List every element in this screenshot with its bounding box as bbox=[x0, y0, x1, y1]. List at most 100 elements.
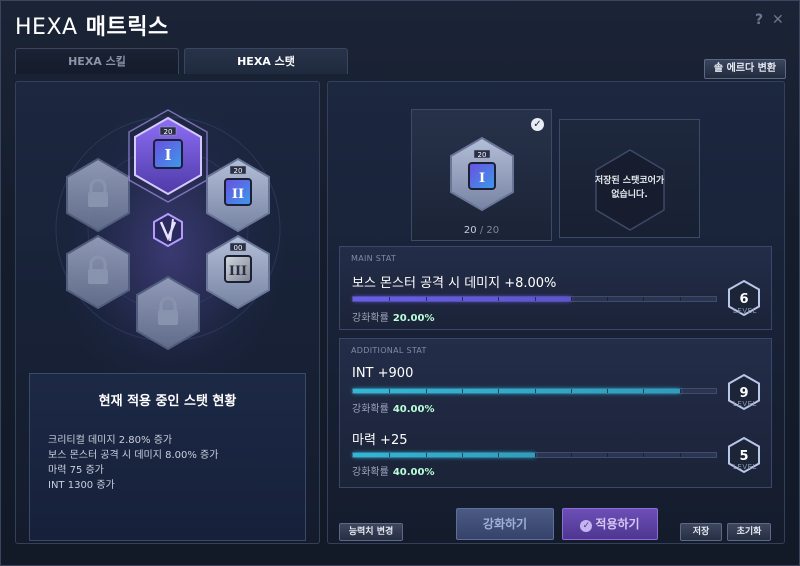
saved-core-line: 없습니다. bbox=[611, 190, 648, 200]
progress-tick bbox=[679, 389, 681, 393]
progress-tick bbox=[679, 453, 681, 457]
tab-hexa-stat[interactable]: HEXA 스탯 bbox=[184, 48, 348, 74]
progress-tick bbox=[534, 389, 536, 393]
apply-label: 적용하기 bbox=[595, 517, 640, 531]
chance-label: 강화확률 bbox=[352, 404, 389, 415]
saved-core-line: 저장된 스탯코어가 bbox=[594, 176, 665, 186]
additional-stat-progress-bar bbox=[352, 388, 717, 394]
hex-numeral: III bbox=[229, 264, 247, 279]
progress-tick bbox=[570, 389, 572, 393]
tab-hexa-skill[interactable]: HEXA 스킬 bbox=[15, 48, 179, 74]
level-word: LEVEL bbox=[733, 307, 757, 315]
current-core-card[interactable]: ✓ 20 I 20 / 20 bbox=[411, 109, 552, 241]
hex-cell-locked[interactable] bbox=[136, 275, 200, 351]
apply-button[interactable]: ✓ 적용하기 bbox=[562, 508, 658, 540]
close-button[interactable]: ✕ bbox=[772, 12, 784, 28]
saved-core-card[interactable]: 저장된 스탯코어가 없습니다. bbox=[559, 119, 700, 238]
progress-tick bbox=[534, 297, 536, 301]
progress-tick bbox=[643, 297, 645, 301]
progress-tick bbox=[570, 297, 572, 301]
core-count-current: 20 bbox=[463, 225, 477, 236]
core-hex: 20 I bbox=[450, 136, 514, 212]
reset-button[interactable]: 초기화 bbox=[727, 523, 771, 541]
progress-tick bbox=[607, 297, 609, 301]
progress-tick bbox=[425, 453, 427, 457]
progress-tick bbox=[643, 389, 645, 393]
core-level-label: 20 bbox=[478, 151, 487, 159]
progress-tick bbox=[607, 453, 609, 457]
title-prefix: HEXA bbox=[15, 15, 78, 40]
additional-stat-box: ADDITIONAL STAT INT +900 강화확률 40.00% 9 LE… bbox=[339, 338, 772, 488]
main-stat-chance: 강화확률 20.00% bbox=[352, 309, 434, 324]
progress-tick bbox=[498, 297, 500, 301]
core-numeral: I bbox=[479, 171, 485, 186]
chance-value: 20.00% bbox=[392, 313, 435, 324]
core-count-max: 20 bbox=[486, 225, 500, 236]
hexa-logo-icon bbox=[153, 212, 183, 248]
chance-label: 강화확률 bbox=[352, 313, 389, 324]
hex-cell-locked[interactable] bbox=[66, 157, 130, 233]
progress-tick bbox=[679, 297, 681, 301]
progress-tick bbox=[461, 389, 463, 393]
progress-fill bbox=[353, 389, 680, 393]
window-title: HEXA 매트릭스 bbox=[15, 9, 169, 41]
hex-cell-stat-core-1[interactable]: 20 I bbox=[128, 109, 208, 203]
additional-stat-progress-bar bbox=[352, 452, 717, 458]
progress-tick bbox=[570, 453, 572, 457]
hex-cell-locked[interactable] bbox=[66, 234, 130, 310]
hex-cell-stat-core-3[interactable]: 00 III bbox=[206, 234, 270, 310]
hex-level-label: 20 bbox=[164, 128, 173, 136]
stat-change-button[interactable]: 능력치 변경 bbox=[339, 523, 403, 541]
progress-tick bbox=[498, 389, 500, 393]
saved-core-message: 저장된 스탯코어가 없습니다. bbox=[560, 174, 699, 202]
additional-stat-section-label: ADDITIONAL STAT bbox=[351, 346, 427, 355]
enhance-button[interactable]: 강화하기 bbox=[456, 508, 554, 540]
hex-numeral: II bbox=[232, 187, 244, 202]
additional-stat-level: 9 bbox=[739, 386, 748, 401]
check-circle-icon: ✓ bbox=[580, 520, 593, 532]
progress-tick bbox=[461, 453, 463, 457]
core-count-sep: / bbox=[479, 225, 484, 236]
progress-tick bbox=[607, 389, 609, 393]
sol-erda-convert-button[interactable]: 솔 에르다 변환 bbox=[704, 59, 786, 79]
progress-tick bbox=[389, 389, 391, 393]
chance-label: 강화확률 bbox=[352, 467, 389, 478]
main-stat-level: 6 bbox=[739, 292, 748, 307]
hex-grid: 20 I 20 II 00 III bbox=[55, 109, 281, 351]
level-word: LEVEL bbox=[733, 463, 757, 471]
additional-stat-chance: 강화확률 40.00% bbox=[352, 463, 434, 478]
main-stat-name: 보스 몬스터 공격 시 데미지 +8.00% bbox=[352, 276, 557, 291]
progress-tick bbox=[425, 297, 427, 301]
progress-tick bbox=[389, 453, 391, 457]
progress-tick bbox=[498, 453, 500, 457]
hex-cell-stat-core-2[interactable]: 20 II bbox=[206, 157, 270, 233]
hex-level-label: 00 bbox=[234, 244, 243, 252]
help-button[interactable]: ? bbox=[755, 12, 763, 28]
summary-line: INT 1300 증가 bbox=[48, 480, 115, 491]
main-stat-box: MAIN STAT 보스 몬스터 공격 시 데미지 +8.00% 강화확률 20.… bbox=[339, 246, 772, 330]
summary-line: 마력 75 증가 bbox=[48, 465, 104, 476]
applied-stats-summary: 현재 적용 중인 스탯 현황 크리티컬 데미지 2.80% 증가 보스 몬스터 … bbox=[29, 373, 306, 541]
level-word: LEVEL bbox=[733, 400, 757, 408]
hex-level-label: 20 bbox=[234, 167, 243, 175]
title-bar[interactable]: HEXA 매트릭스 ? ✕ bbox=[1, 1, 799, 43]
summary-title: 현재 적용 중인 스탯 현황 bbox=[98, 394, 237, 409]
chance-value: 40.00% bbox=[392, 404, 435, 415]
progress-tick bbox=[643, 453, 645, 457]
progress-fill bbox=[353, 453, 535, 457]
chance-value: 40.00% bbox=[392, 467, 435, 478]
hexa-matrix-window: HEXA 매트릭스 ? ✕ HEXA 스킬 HEXA 스탯 솔 에르다 변환 2… bbox=[0, 0, 800, 566]
main-stat-progress-bar bbox=[352, 296, 717, 302]
save-button[interactable]: 저장 bbox=[680, 523, 722, 541]
additional-stat-name: INT +900 bbox=[352, 366, 414, 381]
core-count: 20 / 20 bbox=[412, 225, 551, 236]
progress-tick bbox=[425, 389, 427, 393]
progress-tick bbox=[534, 453, 536, 457]
summary-line: 보스 몬스터 공격 시 데미지 8.00% 증가 bbox=[48, 450, 219, 461]
summary-line: 크리티컬 데미지 2.80% 증가 bbox=[48, 435, 173, 446]
progress-tick bbox=[389, 297, 391, 301]
hex-numeral: I bbox=[164, 146, 171, 164]
additional-stat-level: 5 bbox=[739, 449, 748, 464]
additional-stat-chance: 강화확률 40.00% bbox=[352, 400, 434, 415]
hex-grid-panel: 20 I 20 II 00 III 현재 적용 중인 스탯 현황 크리티컬 데미… bbox=[15, 81, 320, 544]
